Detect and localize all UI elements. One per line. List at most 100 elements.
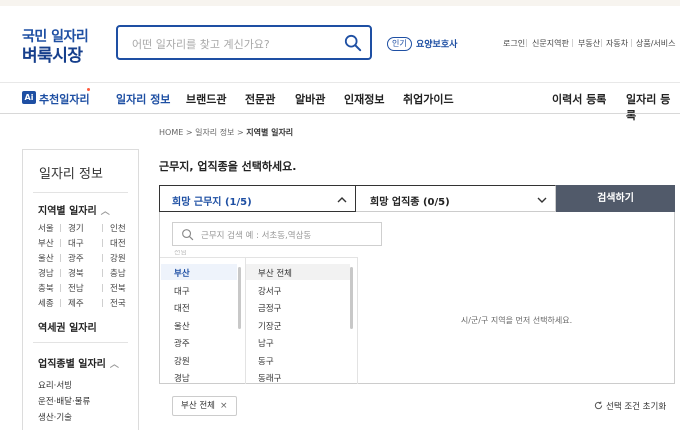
breadcrumb-home[interactable]: HOME xyxy=(159,128,183,137)
nav-job-register[interactable]: 일자리 등록 xyxy=(626,91,680,123)
location-dropdown[interactable]: 희망 근무지 (1/5) xyxy=(159,185,356,212)
region-separator xyxy=(60,254,61,262)
popular-badge: 인기 xyxy=(387,37,412,51)
goods-service-link[interactable]: 상품/서비스 xyxy=(636,38,676,49)
sidebar-region-link[interactable]: 부산 xyxy=(38,237,54,249)
column-divider xyxy=(245,257,246,384)
location-dropdown-label: 희망 근무지 (1/5) xyxy=(172,197,252,208)
district-list-item[interactable]: 강서구 xyxy=(258,285,281,297)
sidebar-region-link[interactable]: 서울 xyxy=(38,222,54,234)
reset-label: 선택 조건 초기화 xyxy=(606,402,667,412)
sidebar-region-link[interactable]: 경북 xyxy=(68,267,84,279)
util-separator: | xyxy=(630,38,633,47)
sidebar-region-link[interactable]: 전국 xyxy=(110,297,126,309)
search-button[interactable]: 검색하기 xyxy=(556,185,675,212)
region-separator xyxy=(102,239,103,247)
sidebar-job-heading[interactable]: 업직종별 일자리 ︿ xyxy=(38,355,119,370)
sidebar-region-link[interactable]: 제주 xyxy=(68,297,84,309)
location-search-placeholder: 근무지 검색 예 : 서초동,역삼동 xyxy=(201,231,312,241)
district-list-item[interactable]: 동래구 xyxy=(258,372,281,384)
region-separator xyxy=(60,284,61,292)
nav-job-info[interactable]: 일자리 정보 xyxy=(116,91,170,107)
selected-chip-label: 부산 전체 xyxy=(181,401,215,411)
location-search-input[interactable]: 근무지 검색 예 : 서초동,역삼동 xyxy=(172,222,382,246)
nav-talent[interactable]: 인재정보 xyxy=(344,91,384,107)
sidebar-region-link[interactable]: 강원 xyxy=(110,252,126,264)
district-scrollbar[interactable] xyxy=(350,267,353,329)
district-list-item[interactable]: 기장군 xyxy=(258,320,281,332)
sidebar-region-heading[interactable]: 지역별 일자리 ︿ xyxy=(38,202,110,217)
selector-bar: 희망 근무지 (1/5) 희망 업직종 (0/5) 검색하기 xyxy=(159,185,675,212)
sidebar-region-link[interactable]: 충남 xyxy=(110,267,126,279)
newspaper-region-link[interactable]: 신문지역판 xyxy=(532,38,569,49)
region-list-item[interactable]: 강원 xyxy=(174,355,190,367)
nav-resume-register[interactable]: 이력서 등록 xyxy=(552,91,606,107)
nav-specialty[interactable]: 전문관 xyxy=(245,91,275,107)
region-separator xyxy=(60,299,61,307)
district-list-item[interactable]: 동구 xyxy=(258,355,274,367)
sidebar-region-link[interactable]: 광주 xyxy=(68,252,84,264)
nav-brand[interactable]: 브랜드관 xyxy=(186,91,226,107)
district-list-item[interactable]: 부산 전체 xyxy=(258,267,292,279)
search-icon xyxy=(182,229,194,241)
sidebar-region-link[interactable]: 대전 xyxy=(110,237,126,249)
search-icon[interactable] xyxy=(344,34,362,52)
search-placeholder: 어떤 일자리를 찾고 계신가요? xyxy=(132,38,270,51)
sidebar-title: 일자리 정보 xyxy=(39,167,103,182)
sidebar-job-item[interactable]: 요리·서빙 xyxy=(38,379,72,391)
chevron-up-icon[interactable]: ︿ xyxy=(101,207,110,217)
sidebar-region-link[interactable]: 세종 xyxy=(38,297,54,309)
new-dot-icon xyxy=(87,88,90,91)
district-list-item[interactable]: 금정구 xyxy=(258,302,281,314)
region-item-partial[interactable]: 전남 xyxy=(174,250,187,258)
refresh-icon xyxy=(594,401,603,410)
job-dropdown-label: 희망 업직종 (0/5) xyxy=(370,197,450,208)
region-list-item[interactable]: 부산 xyxy=(174,267,190,279)
sidebar-divider xyxy=(33,192,128,193)
real-estate-link[interactable]: 부동산 xyxy=(578,38,600,49)
popular-keyword-link[interactable]: 요양보호사 xyxy=(416,37,457,50)
car-link[interactable]: 자동차 xyxy=(606,38,628,49)
region-separator xyxy=(102,284,103,292)
location-panel: 근무지 검색 예 : 서초동,역삼동 전남 부산대구대전울산광주강원경남 부산 … xyxy=(159,212,675,384)
region-separator xyxy=(60,269,61,277)
region-list-item[interactable]: 대구 xyxy=(174,285,190,297)
sidebar-region-link[interactable]: 울산 xyxy=(38,252,54,264)
sidebar-station-heading[interactable]: 역세권 일자리 xyxy=(38,319,97,334)
sidebar-region-link[interactable]: 충북 xyxy=(38,282,54,294)
region-list-item[interactable]: 경남 xyxy=(174,372,190,384)
nav-ai-recommend[interactable]: 추천일자리 xyxy=(39,91,90,107)
sidebar-region-link[interactable]: 경기 xyxy=(68,222,84,234)
region-separator xyxy=(102,299,103,307)
region-scrollbar[interactable] xyxy=(238,267,241,329)
region-separator xyxy=(60,239,61,247)
region-list-item[interactable]: 광주 xyxy=(174,337,190,349)
logo-line2[interactable]: 벼룩시장 xyxy=(22,41,83,66)
sidebar-job-item[interactable]: 운전·배달·물류 xyxy=(38,395,90,407)
sidebar-region-link[interactable]: 대구 xyxy=(68,237,84,249)
job-dropdown[interactable]: 희망 업직종 (0/5) xyxy=(356,185,556,212)
sidebar-divider xyxy=(33,342,128,343)
nav-career-guide[interactable]: 취업가이드 xyxy=(403,91,454,107)
login-link[interactable]: 로그인 xyxy=(503,38,525,49)
breadcrumb-job-info[interactable]: 일자리 정보 xyxy=(195,128,234,137)
region-list-item[interactable]: 대전 xyxy=(174,302,190,314)
top-strip xyxy=(0,0,680,6)
selected-chip[interactable]: 부산 전체 × xyxy=(172,396,237,416)
chevron-up-icon[interactable]: ︿ xyxy=(110,360,119,370)
sidebar-region-link[interactable]: 전북 xyxy=(110,282,126,294)
nav-parttime[interactable]: 알바관 xyxy=(295,91,325,107)
sidebar-job-item[interactable]: 생산·기술 xyxy=(38,411,72,423)
close-icon[interactable]: × xyxy=(220,401,228,411)
main-search-input[interactable]: 어떤 일자리를 찾고 계신가요? xyxy=(116,25,372,60)
region-separator xyxy=(102,224,103,232)
util-separator: | xyxy=(571,38,574,47)
ai-icon[interactable]: Ai xyxy=(22,91,36,104)
reset-filters-button[interactable]: 선택 조건 초기화 xyxy=(594,400,666,412)
district-list-item[interactable]: 남구 xyxy=(258,337,274,349)
sidebar-region-link[interactable]: 경남 xyxy=(38,267,54,279)
sidebar-region-link[interactable]: 전남 xyxy=(68,282,84,294)
region-list-item[interactable]: 울산 xyxy=(174,320,190,332)
sidebar-region-link[interactable]: 인천 xyxy=(110,222,126,234)
region-separator xyxy=(102,254,103,262)
